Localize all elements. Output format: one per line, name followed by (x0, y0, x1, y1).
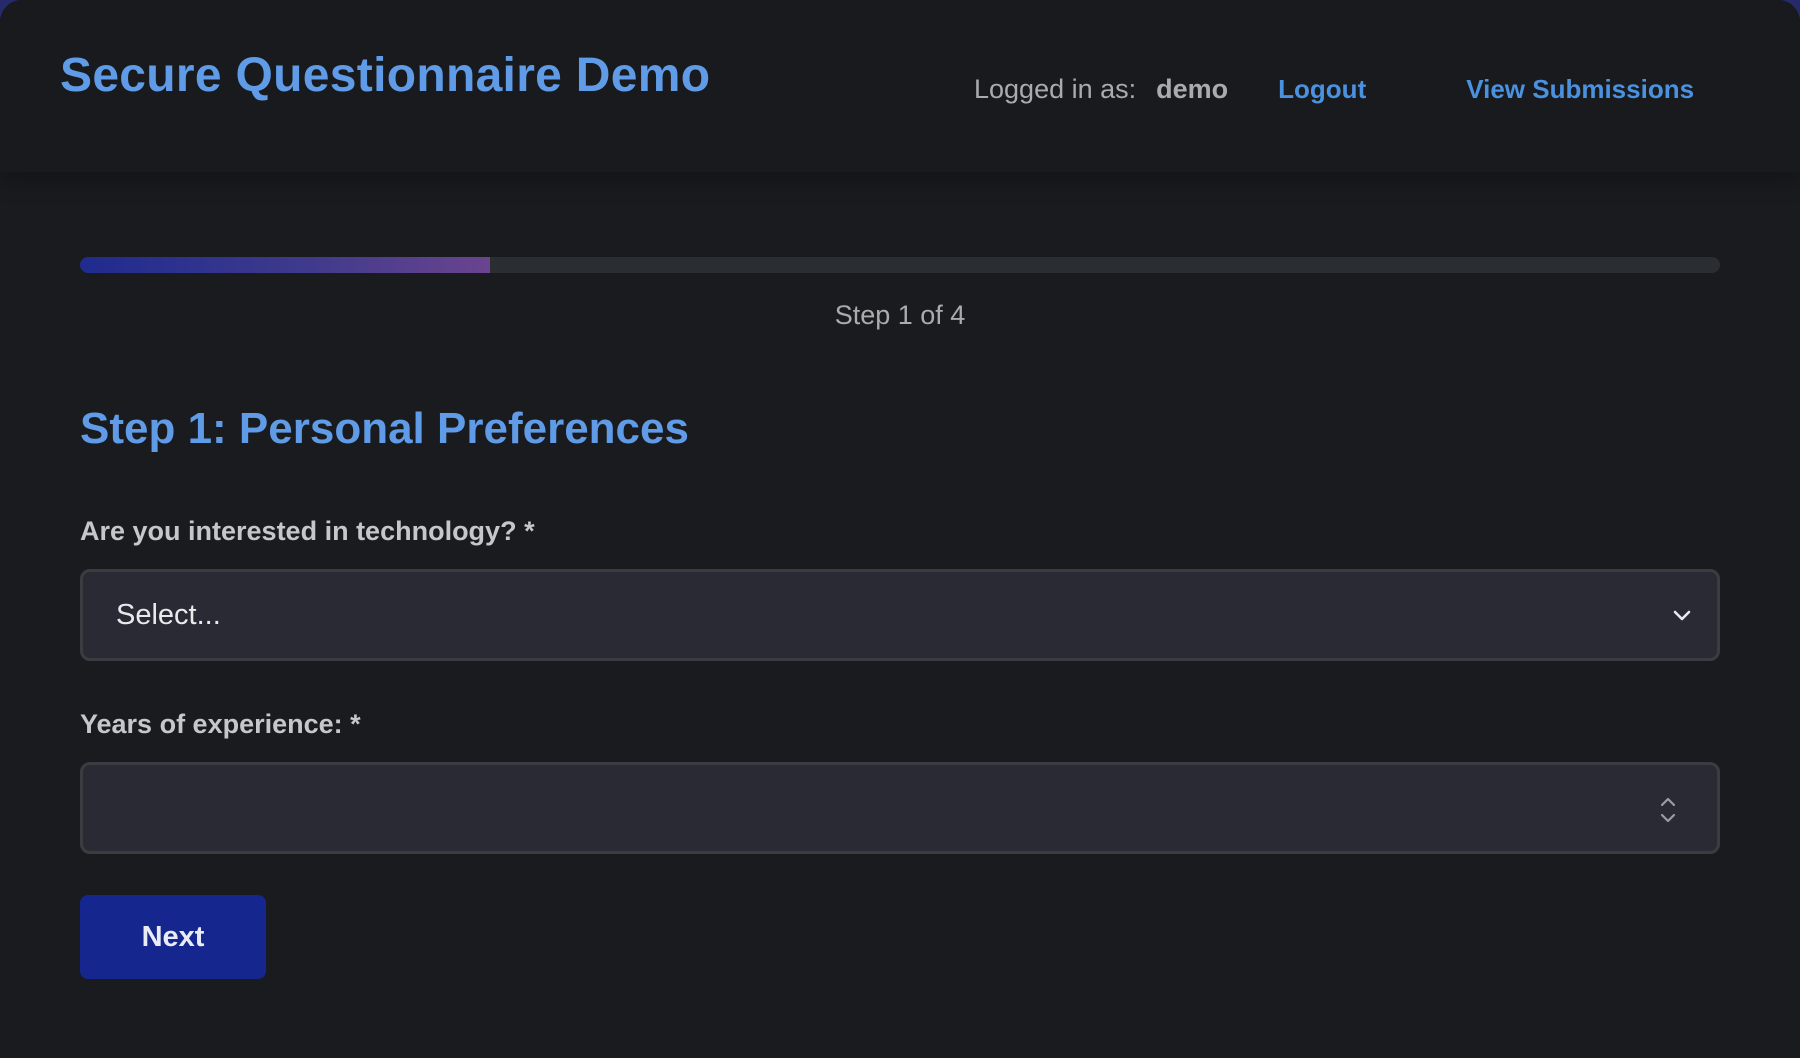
logged-in-label: Logged in as: (974, 73, 1137, 104)
next-button[interactable]: Next (80, 895, 266, 979)
spinner-icon[interactable] (1657, 795, 1679, 825)
experience-input[interactable] (113, 765, 1617, 853)
tech-interest-select[interactable]: Select... (80, 569, 1720, 661)
username: demo (1156, 73, 1229, 104)
app-title: Secure Questionnaire Demo (60, 49, 711, 102)
experience-label: Years of experience: * (80, 709, 361, 739)
app-window: Secure Questionnaire Demo Logged in as: … (0, 0, 1800, 1058)
tech-interest-label: Are you interested in technology? * (80, 516, 535, 546)
chevron-down-icon (1673, 610, 1691, 621)
progress-fill (80, 257, 490, 273)
logout-link[interactable]: Logout (1278, 74, 1366, 105)
select-value: Select... (116, 599, 221, 631)
step-indicator: Step 1 of 4 (834, 300, 966, 330)
step-heading: Step 1: Personal Preferences (80, 404, 689, 453)
progress-bar (80, 257, 1720, 273)
view-submissions-link[interactable]: View Submissions (1466, 74, 1694, 105)
user-area: Logged in as: demo Logout View Submissio… (974, 72, 1694, 106)
top-bar: Secure Questionnaire Demo Logged in as: … (0, 0, 1800, 172)
experience-field[interactable] (80, 762, 1720, 854)
